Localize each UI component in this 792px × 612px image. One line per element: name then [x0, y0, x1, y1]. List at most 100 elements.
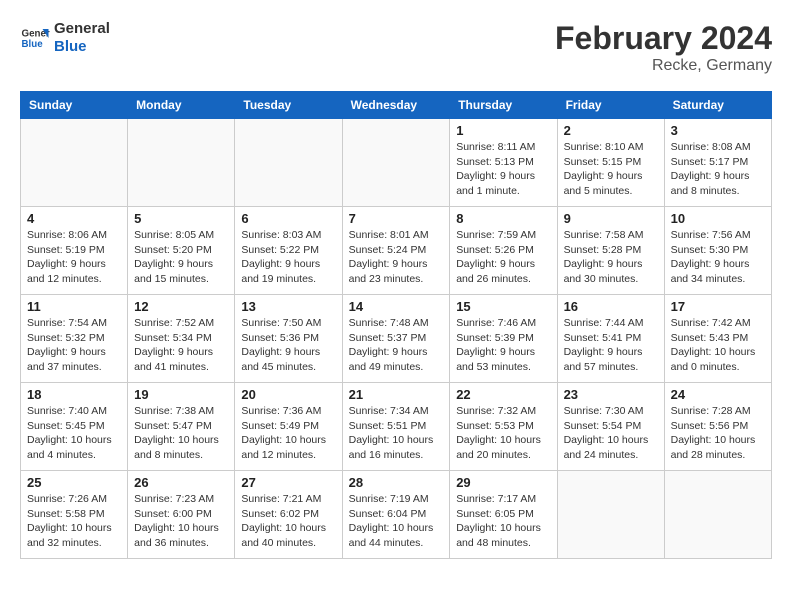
calendar-cell: 11Sunrise: 7:54 AM Sunset: 5:32 PM Dayli… — [21, 295, 128, 383]
calendar-cell: 1 Sunrise: 8:11 AM Sunset: 5:13 PM Daylig… — [450, 119, 557, 207]
calendar-cell: 12 Sunrise: 7:52 AM Sunset: 5:34 PM Dayli… — [128, 295, 235, 383]
calendar-cell: 14 Sunrise: 7:48 AM Sunset: 5:37 PM Dayli… — [342, 295, 450, 383]
location: Recke, Germany — [555, 57, 772, 75]
day-number: 10 — [671, 211, 765, 226]
day-number: 19 — [134, 387, 228, 402]
calendar-cell: 8 Sunrise: 7:59 AM Sunset: 5:26 PM Daylig… — [450, 207, 557, 295]
day-info: Sunrise: 7:23 AM Sunset: 6:00 PM Dayligh… — [134, 492, 228, 551]
logo: General Blue General Blue — [20, 20, 110, 56]
day-info: Sunrise: 7:52 AM Sunset: 5:34 PM Dayligh… — [134, 316, 228, 375]
day-number: 7 — [349, 211, 444, 226]
day-number: 15 — [456, 299, 550, 314]
day-number: 16 — [564, 299, 658, 314]
logo-text-line2: Blue — [54, 38, 110, 56]
day-info: Sunrise: 7:59 AM Sunset: 5:26 PM Dayligh… — [456, 228, 550, 287]
day-info: Sunrise: 8:05 AM Sunset: 5:20 PM Dayligh… — [134, 228, 228, 287]
day-info: Sunrise: 7:40 AM Sunset: 5:45 PM Dayligh… — [27, 404, 121, 463]
day-info: Sunrise: 7:38 AM Sunset: 5:47 PM Dayligh… — [134, 404, 228, 463]
day-info: Sunrise: 8:06 AM Sunset: 5:19 PM Dayligh… — [27, 228, 121, 287]
calendar-cell: 28 Sunrise: 7:19 AM Sunset: 6:04 PM Dayli… — [342, 471, 450, 559]
day-number: 29 — [456, 475, 550, 490]
day-number: 13 — [241, 299, 335, 314]
day-number: 5 — [134, 211, 228, 226]
calendar-cell: 5 Sunrise: 8:05 AM Sunset: 5:20 PM Daylig… — [128, 207, 235, 295]
day-number: 27 — [241, 475, 335, 490]
day-of-week-header: Saturday — [664, 92, 771, 119]
day-number: 17 — [671, 299, 765, 314]
calendar-cell: 20 Sunrise: 7:36 AM Sunset: 5:49 PM Dayli… — [235, 383, 342, 471]
day-info: Sunrise: 8:08 AM Sunset: 5:17 PM Dayligh… — [671, 140, 765, 199]
day-number: 3 — [671, 123, 765, 138]
calendar-cell: 9 Sunrise: 7:58 AM Sunset: 5:28 PM Daylig… — [557, 207, 664, 295]
day-info: Sunrise: 8:01 AM Sunset: 5:24 PM Dayligh… — [349, 228, 444, 287]
calendar-cell: 2 Sunrise: 8:10 AM Sunset: 5:15 PM Daylig… — [557, 119, 664, 207]
day-number: 28 — [349, 475, 444, 490]
day-number: 2 — [564, 123, 658, 138]
calendar-cell — [557, 471, 664, 559]
title-area: February 2024 Recke, Germany — [555, 20, 772, 75]
calendar-cell: 26 Sunrise: 7:23 AM Sunset: 6:00 PM Dayli… — [128, 471, 235, 559]
day-info: Sunrise: 7:48 AM Sunset: 5:37 PM Dayligh… — [349, 316, 444, 375]
day-info: Sunrise: 7:26 AM Sunset: 5:58 PM Dayligh… — [27, 492, 121, 551]
calendar-cell: 6Sunrise: 8:03 AM Sunset: 5:22 PM Daylig… — [235, 207, 342, 295]
day-number: 6 — [241, 211, 335, 226]
calendar-cell: 17 Sunrise: 7:42 AM Sunset: 5:43 PM Dayli… — [664, 295, 771, 383]
day-info: Sunrise: 7:19 AM Sunset: 6:04 PM Dayligh… — [349, 492, 444, 551]
calendar-cell: 3 Sunrise: 8:08 AM Sunset: 5:17 PM Daylig… — [664, 119, 771, 207]
calendar-cell: 13 Sunrise: 7:50 AM Sunset: 5:36 PM Dayli… — [235, 295, 342, 383]
logo-icon: General Blue — [20, 23, 50, 53]
header: General Blue General Blue February 2024 … — [20, 20, 772, 75]
day-of-week-header: Monday — [128, 92, 235, 119]
day-info: Sunrise: 7:58 AM Sunset: 5:28 PM Dayligh… — [564, 228, 658, 287]
logo-text-line1: General — [54, 20, 110, 38]
calendar-cell: 22 Sunrise: 7:32 AM Sunset: 5:53 PM Dayli… — [450, 383, 557, 471]
month-year: February 2024 — [555, 20, 772, 57]
day-info: Sunrise: 7:30 AM Sunset: 5:54 PM Dayligh… — [564, 404, 658, 463]
day-number: 20 — [241, 387, 335, 402]
calendar-cell: 27 Sunrise: 7:21 AM Sunset: 6:02 PM Dayli… — [235, 471, 342, 559]
day-number: 22 — [456, 387, 550, 402]
day-number: 23 — [564, 387, 658, 402]
day-number: 11 — [27, 299, 121, 314]
day-number: 18 — [27, 387, 121, 402]
day-info: Sunrise: 7:34 AM Sunset: 5:51 PM Dayligh… — [349, 404, 444, 463]
calendar-cell — [664, 471, 771, 559]
day-of-week-header: Wednesday — [342, 92, 450, 119]
day-info: Sunrise: 7:36 AM Sunset: 5:49 PM Dayligh… — [241, 404, 335, 463]
calendar-cell: 25 Sunrise: 7:26 AM Sunset: 5:58 PM Dayli… — [21, 471, 128, 559]
day-number: 1 — [456, 123, 550, 138]
day-info: Sunrise: 8:11 AM Sunset: 5:13 PM Dayligh… — [456, 140, 550, 199]
day-number: 24 — [671, 387, 765, 402]
calendar-cell: 21 Sunrise: 7:34 AM Sunset: 5:51 PM Dayli… — [342, 383, 450, 471]
calendar-cell — [21, 119, 128, 207]
day-number: 25 — [27, 475, 121, 490]
day-number: 8 — [456, 211, 550, 226]
day-number: 12 — [134, 299, 228, 314]
calendar-cell — [342, 119, 450, 207]
day-number: 9 — [564, 211, 658, 226]
day-info: Sunrise: 7:44 AM Sunset: 5:41 PM Dayligh… — [564, 316, 658, 375]
day-info: Sunrise: 7:56 AM Sunset: 5:30 PM Dayligh… — [671, 228, 765, 287]
day-info: Sunrise: 7:32 AM Sunset: 5:53 PM Dayligh… — [456, 404, 550, 463]
day-number: 21 — [349, 387, 444, 402]
calendar-cell — [128, 119, 235, 207]
calendar-cell: 24Sunrise: 7:28 AM Sunset: 5:56 PM Dayli… — [664, 383, 771, 471]
day-info: Sunrise: 7:17 AM Sunset: 6:05 PM Dayligh… — [456, 492, 550, 551]
svg-text:Blue: Blue — [22, 39, 44, 50]
day-info: Sunrise: 7:46 AM Sunset: 5:39 PM Dayligh… — [456, 316, 550, 375]
calendar-cell: 10 Sunrise: 7:56 AM Sunset: 5:30 PM Dayli… — [664, 207, 771, 295]
calendar-cell: 23 Sunrise: 7:30 AM Sunset: 5:54 PM Dayli… — [557, 383, 664, 471]
calendar-cell: 18 Sunrise: 7:40 AM Sunset: 5:45 PM Dayli… — [21, 383, 128, 471]
day-info: Sunrise: 7:50 AM Sunset: 5:36 PM Dayligh… — [241, 316, 335, 375]
calendar-cell: 29 Sunrise: 7:17 AM Sunset: 6:05 PM Dayli… — [450, 471, 557, 559]
day-of-week-header: Sunday — [21, 92, 128, 119]
day-of-week-header: Thursday — [450, 92, 557, 119]
day-number: 14 — [349, 299, 444, 314]
day-number: 26 — [134, 475, 228, 490]
day-info: Sunrise: 7:42 AM Sunset: 5:43 PM Dayligh… — [671, 316, 765, 375]
day-info: Sunrise: 7:21 AM Sunset: 6:02 PM Dayligh… — [241, 492, 335, 551]
day-number: 4 — [27, 211, 121, 226]
day-info: Sunrise: 8:10 AM Sunset: 5:15 PM Dayligh… — [564, 140, 658, 199]
day-of-week-header: Tuesday — [235, 92, 342, 119]
calendar-cell — [235, 119, 342, 207]
